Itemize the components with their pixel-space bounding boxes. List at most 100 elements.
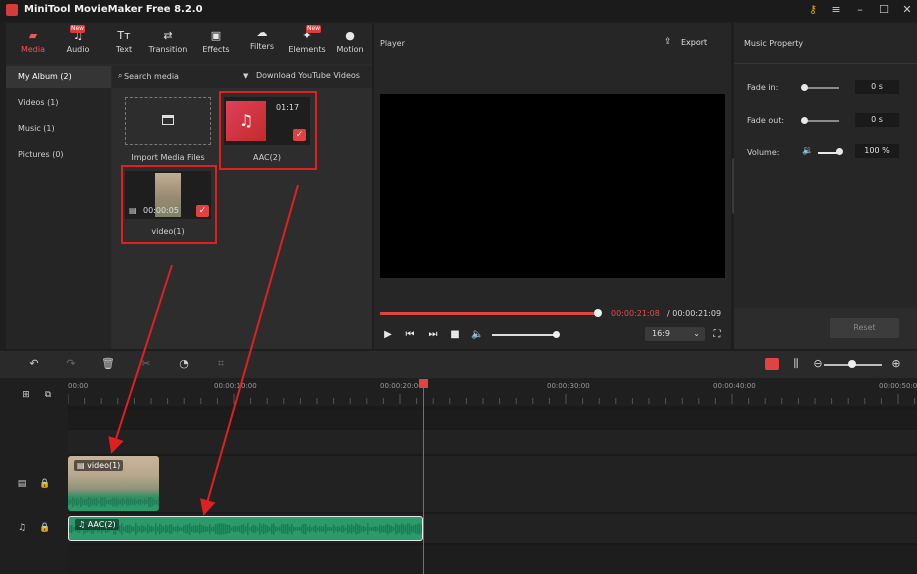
delete-icon[interactable]: 🗑	[101, 357, 115, 371]
sidebar-item-videos[interactable]: Videos (1)	[6, 92, 111, 114]
tab-media[interactable]: ▰ Media	[10, 23, 56, 63]
manage-track-icon[interactable]: ⧉	[42, 389, 54, 401]
speed-icon[interactable]: ◔	[177, 357, 191, 371]
maximize-icon[interactable]: ☐	[876, 3, 892, 17]
waveform-bar	[191, 526, 193, 532]
waveform-bar	[311, 527, 313, 531]
fade-out-slider[interactable]	[805, 120, 839, 122]
waveform-bar	[173, 526, 175, 532]
search-input[interactable]: Search media	[124, 72, 179, 81]
fade-in-value[interactable]: 0 s	[855, 80, 899, 94]
waveform-bar	[383, 525, 385, 533]
waveform-bar	[213, 526, 215, 532]
fade-out-value[interactable]: 0 s	[855, 113, 899, 127]
lock-icon[interactable]: 🔒	[39, 522, 51, 534]
split-icon[interactable]: ✂	[139, 357, 153, 371]
playhead-handle[interactable]	[419, 379, 428, 388]
waveform-bar	[134, 498, 136, 506]
close-icon[interactable]: ✕	[899, 3, 915, 17]
zoom-in-icon[interactable]: ⊕	[889, 357, 903, 371]
waveform-bar	[265, 524, 267, 534]
reset-button[interactable]: Reset	[830, 318, 899, 338]
audio-clip[interactable]	[68, 516, 423, 541]
volume-property-handle[interactable]	[836, 148, 843, 155]
waveform-bar	[158, 497, 159, 507]
waveform-bar	[124, 500, 126, 504]
menu-icon[interactable]: ≡	[828, 3, 844, 17]
waveform-bar	[179, 527, 181, 531]
tab-filters[interactable]: ☁ Filters	[239, 20, 285, 60]
waveform-bar	[315, 525, 317, 533]
play-icon[interactable]: ▶	[382, 329, 394, 341]
redo-icon[interactable]: ↷	[64, 357, 78, 371]
waveform-bar	[68, 499, 70, 505]
waveform-bar	[343, 525, 345, 533]
waveform-bar	[225, 524, 227, 534]
waveform-bar	[305, 523, 307, 535]
waveform-bar	[327, 526, 329, 532]
waveform-bar	[163, 526, 165, 532]
waveform-bar	[389, 525, 391, 533]
next-frame-icon[interactable]: ⏭	[427, 329, 439, 341]
current-time: 00:00:21:08	[611, 309, 660, 318]
playhead[interactable]	[423, 379, 424, 574]
key-icon[interactable]: ⚷	[805, 3, 821, 17]
fade-in-slider[interactable]	[805, 87, 839, 89]
video-track-icon: ▤	[17, 479, 27, 489]
waveform-bar	[143, 526, 145, 532]
sidebar-item-music[interactable]: Music (1)	[6, 118, 111, 140]
volume-icon[interactable]: 🔈	[471, 329, 483, 341]
waveform-bar	[239, 525, 241, 533]
waveform-bar	[247, 523, 249, 535]
waveform-bar	[215, 524, 217, 534]
waveform-bar	[323, 526, 325, 532]
snap-icon[interactable]	[765, 358, 779, 370]
tab-motion[interactable]: ● Motion	[330, 23, 370, 63]
ruler-label: 00:00:50:00	[879, 382, 917, 390]
stop-icon[interactable]: ■	[449, 329, 461, 341]
previous-frame-icon[interactable]: ⏮	[404, 329, 416, 341]
progress-handle[interactable]	[594, 309, 602, 317]
add-track-icon[interactable]: ⊞	[20, 389, 32, 401]
waveform-bar	[142, 500, 144, 504]
export-button[interactable]: Export	[681, 38, 707, 47]
download-youtube-button[interactable]: Download YouTube Videos	[256, 71, 360, 80]
lock-icon[interactable]: 🔒	[39, 478, 51, 490]
video-track	[68, 456, 917, 512]
zoom-out-icon[interactable]: ⊖	[811, 357, 825, 371]
waveform-bar	[385, 525, 387, 533]
volume-handle[interactable]	[553, 331, 560, 338]
zoom-handle[interactable]	[848, 360, 856, 368]
waveform-bar	[112, 497, 114, 507]
waveform-bar	[132, 499, 134, 505]
tab-transition[interactable]: ⇄ Transition	[145, 23, 191, 63]
fullscreen-icon[interactable]: ⛶	[711, 329, 723, 341]
sidebar-item-my-album[interactable]: My Album (2)	[6, 66, 111, 88]
volume-value[interactable]: 100 %	[855, 144, 899, 158]
fade-in-handle[interactable]	[801, 84, 808, 91]
export-icon: ⇪	[664, 37, 672, 47]
minimize-icon[interactable]: –	[852, 3, 868, 17]
tab-text[interactable]: Tт Text	[101, 23, 147, 63]
waveform-bar	[199, 523, 201, 535]
aspect-ratio-select[interactable]: 16:9 ⌄	[645, 327, 705, 341]
fade-out-handle[interactable]	[801, 117, 808, 124]
playback-progress[interactable]	[380, 312, 598, 315]
waveform-bar	[169, 524, 171, 534]
waveform-bar	[257, 527, 259, 531]
waveform-bar	[136, 500, 138, 504]
undo-icon[interactable]: ↶	[27, 357, 41, 371]
sidebar-item-pictures[interactable]: Pictures (0)	[6, 144, 111, 166]
waveform-bar	[135, 523, 137, 535]
preview-screen[interactable]	[380, 94, 725, 278]
filters-icon: ☁	[256, 26, 268, 39]
fit-timeline-icon[interactable]: ⫼	[789, 357, 803, 371]
waveform-bar	[141, 525, 143, 533]
crop-icon[interactable]: ⌗	[214, 357, 228, 371]
tab-effects[interactable]: ▣ Effects	[193, 23, 239, 63]
waveform-bar	[241, 524, 243, 534]
waveform-bar	[129, 524, 131, 534]
waveform-bar	[333, 524, 335, 534]
volume-slider[interactable]	[492, 334, 556, 336]
import-media-button[interactable]	[125, 97, 211, 145]
